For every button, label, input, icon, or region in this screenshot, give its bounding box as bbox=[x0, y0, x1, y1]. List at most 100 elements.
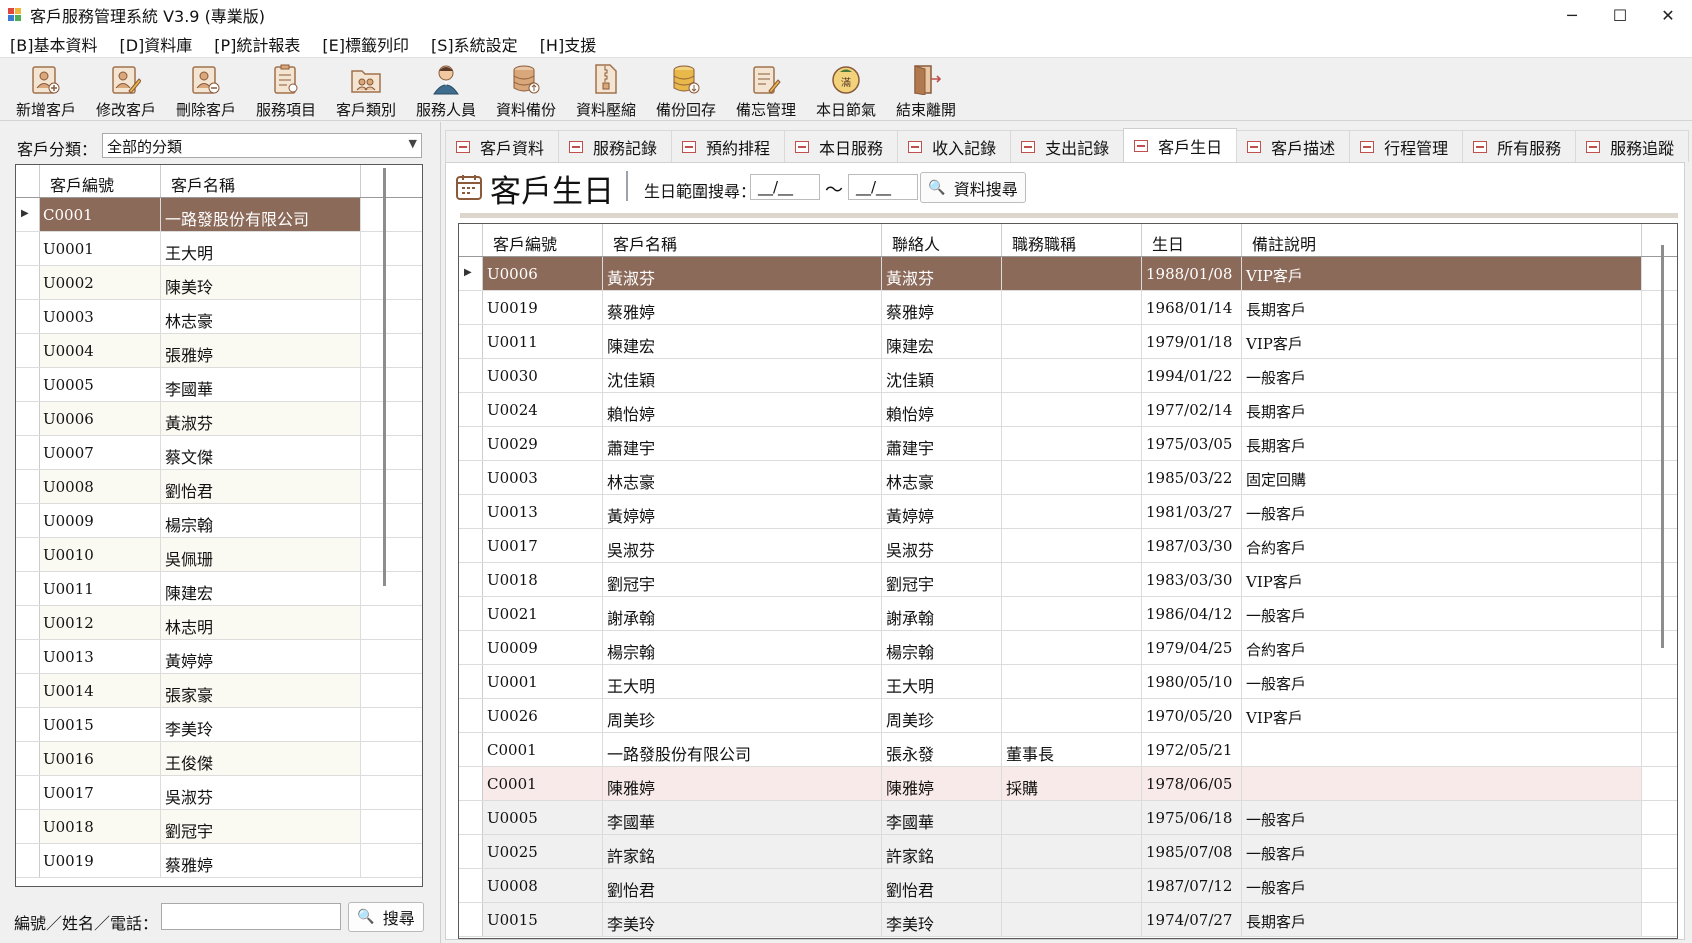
notes-cell[interactable]: 長期客戶 bbox=[1242, 291, 1642, 324]
customer-name-cell[interactable]: 劉怡君 bbox=[161, 470, 361, 503]
data-search-button[interactable]: 🔍 資料搜尋 bbox=[920, 172, 1026, 203]
customer-id-cell[interactable]: U0024 bbox=[483, 393, 603, 426]
birthday-cell[interactable]: 1979/01/18 bbox=[1142, 325, 1242, 358]
row-header[interactable] bbox=[459, 291, 483, 324]
customer-name-cell[interactable]: 李國華 bbox=[161, 368, 361, 401]
customer-name-cell[interactable]: 吳淑芬 bbox=[603, 529, 882, 562]
menu-reports[interactable]: [P]統計報表 bbox=[214, 32, 300, 56]
table-row[interactable]: U0003 林志豪 bbox=[16, 300, 422, 334]
table-row[interactable]: U0010 吳佩珊 bbox=[16, 538, 422, 572]
birthday-cell[interactable]: 1988/01/08 bbox=[1142, 257, 1242, 290]
birthday-cell[interactable]: 1978/06/05 bbox=[1142, 767, 1242, 800]
notes-cell[interactable]: 一般客戶 bbox=[1242, 359, 1642, 392]
add-customer-button[interactable]: 新增客戶 bbox=[6, 59, 86, 121]
birthday-cell[interactable]: 1970/05/20 bbox=[1142, 699, 1242, 732]
row-header[interactable] bbox=[16, 504, 40, 537]
table-row[interactable]: U0025 許家銘 許家銘 1985/07/08 一般客戶 bbox=[459, 835, 1677, 869]
search-input[interactable] bbox=[161, 903, 341, 930]
category-select[interactable]: 全部的分類 ▼ bbox=[102, 133, 422, 158]
notes-cell[interactable]: 一般客戶 bbox=[1242, 597, 1642, 630]
table-row[interactable]: U0011 陳建宏 陳建宏 1979/01/18 VIP客戶 bbox=[459, 325, 1677, 359]
column-header-name[interactable]: 客戶名稱 bbox=[161, 165, 361, 197]
menu-database[interactable]: [D]資料庫 bbox=[119, 32, 192, 56]
table-row[interactable]: U0001 王大明 王大明 1980/05/10 一般客戶 bbox=[459, 665, 1677, 699]
contact-cell[interactable]: 劉冠宇 bbox=[882, 563, 1002, 596]
table-row[interactable]: U0002 陳美玲 bbox=[16, 266, 422, 300]
job-title-cell[interactable] bbox=[1002, 291, 1142, 324]
customer-name-cell[interactable]: 許家銘 bbox=[603, 835, 882, 868]
contact-cell[interactable]: 賴怡婷 bbox=[882, 393, 1002, 426]
customer-name-cell[interactable]: 陳美玲 bbox=[161, 266, 361, 299]
row-header[interactable] bbox=[16, 674, 40, 707]
contact-cell[interactable]: 林志豪 bbox=[882, 461, 1002, 494]
table-row[interactable]: U0018 劉冠宇 bbox=[16, 810, 422, 844]
row-header[interactable] bbox=[16, 538, 40, 571]
contact-cell[interactable]: 王大明 bbox=[882, 665, 1002, 698]
birthday-cell[interactable]: 1986/04/12 bbox=[1142, 597, 1242, 630]
row-header[interactable] bbox=[459, 495, 483, 528]
row-header[interactable]: ▶ bbox=[459, 257, 483, 290]
customer-name-cell[interactable]: 謝承翰 bbox=[603, 597, 882, 630]
row-header[interactable] bbox=[16, 640, 40, 673]
birthday-cell[interactable]: 1985/03/22 bbox=[1142, 461, 1242, 494]
table-row[interactable]: U0030 沈佳穎 沈佳穎 1994/01/22 一般客戶 bbox=[459, 359, 1677, 393]
notes-cell[interactable]: 合約客戶 bbox=[1242, 529, 1642, 562]
menu-help[interactable]: [H]支援 bbox=[540, 32, 597, 56]
job-title-cell[interactable] bbox=[1002, 597, 1142, 630]
backup-button[interactable]: 資料備份 bbox=[486, 59, 566, 121]
notes-cell[interactable]: VIP客戶 bbox=[1242, 325, 1642, 358]
row-header[interactable] bbox=[16, 368, 40, 401]
date-from-input[interactable]: __/__ bbox=[750, 174, 820, 200]
customer-category-button[interactable]: 客戶類別 bbox=[326, 59, 406, 121]
birthday-cell[interactable]: 1968/01/14 bbox=[1142, 291, 1242, 324]
contact-cell[interactable]: 蔡雅婷 bbox=[882, 291, 1002, 324]
row-header[interactable] bbox=[459, 393, 483, 426]
notes-cell[interactable]: 長期客戶 bbox=[1242, 903, 1642, 936]
notes-cell[interactable] bbox=[1242, 733, 1642, 766]
row-header[interactable] bbox=[459, 733, 483, 766]
row-header[interactable] bbox=[16, 742, 40, 775]
notes-cell[interactable] bbox=[1242, 767, 1642, 800]
customer-id-cell[interactable]: U0017 bbox=[483, 529, 603, 562]
birthday-cell[interactable]: 1975/03/05 bbox=[1142, 427, 1242, 460]
customer-name-cell[interactable]: 陳建宏 bbox=[161, 572, 361, 605]
contact-cell[interactable]: 沈佳穎 bbox=[882, 359, 1002, 392]
table-row[interactable]: U0004 張雅婷 bbox=[16, 334, 422, 368]
job-title-cell[interactable] bbox=[1002, 325, 1142, 358]
customer-id-cell[interactable]: U0003 bbox=[40, 300, 161, 333]
row-header[interactable] bbox=[16, 708, 40, 741]
notes-cell[interactable]: 一般客戶 bbox=[1242, 495, 1642, 528]
row-header[interactable] bbox=[459, 563, 483, 596]
customer-name-cell[interactable]: 陳建宏 bbox=[603, 325, 882, 358]
table-row[interactable]: U0009 楊宗翰 楊宗翰 1979/04/25 合約客戶 bbox=[459, 631, 1677, 665]
row-header[interactable] bbox=[459, 835, 483, 868]
menu-basic-data[interactable]: [B]基本資料 bbox=[10, 32, 97, 56]
table-row[interactable]: U0013 黃婷婷 bbox=[16, 640, 422, 674]
customer-id-cell[interactable]: U0003 bbox=[483, 461, 603, 494]
customer-id-cell[interactable]: U0008 bbox=[40, 470, 161, 503]
row-header[interactable] bbox=[16, 300, 40, 333]
job-title-cell[interactable] bbox=[1002, 631, 1142, 664]
table-row[interactable]: U0008 劉怡君 劉怡君 1987/07/12 一般客戶 bbox=[459, 869, 1677, 903]
notes-cell[interactable]: 長期客戶 bbox=[1242, 427, 1642, 460]
row-header[interactable] bbox=[459, 801, 483, 834]
customer-name-cell[interactable]: 黃淑芬 bbox=[603, 257, 882, 290]
job-title-cell[interactable] bbox=[1002, 393, 1142, 426]
service-items-button[interactable]: 服務項目 bbox=[246, 59, 326, 121]
tab-8[interactable]: 行程管理 bbox=[1349, 130, 1464, 162]
table-row[interactable]: U0007 蔡文傑 bbox=[16, 436, 422, 470]
row-header[interactable] bbox=[459, 665, 483, 698]
customer-name-cell[interactable]: 楊宗翰 bbox=[161, 504, 361, 537]
customer-name-cell[interactable]: 賴怡婷 bbox=[603, 393, 882, 426]
birthday-cell[interactable]: 1987/03/30 bbox=[1142, 529, 1242, 562]
customer-name-cell[interactable]: 黃淑芬 bbox=[161, 402, 361, 435]
tab-0[interactable]: 客戶資料 bbox=[445, 130, 560, 162]
customer-name-cell[interactable]: 林志豪 bbox=[161, 300, 361, 333]
customer-id-cell[interactable]: U0016 bbox=[40, 742, 161, 775]
minimize-button[interactable]: ─ bbox=[1548, 0, 1596, 30]
customer-id-cell[interactable]: U0009 bbox=[483, 631, 603, 664]
customer-name-cell[interactable]: 林志明 bbox=[161, 606, 361, 639]
birthday-cell[interactable]: 1980/05/10 bbox=[1142, 665, 1242, 698]
table-row[interactable]: U0014 張家豪 bbox=[16, 674, 422, 708]
customer-id-cell[interactable]: U0017 bbox=[40, 776, 161, 809]
